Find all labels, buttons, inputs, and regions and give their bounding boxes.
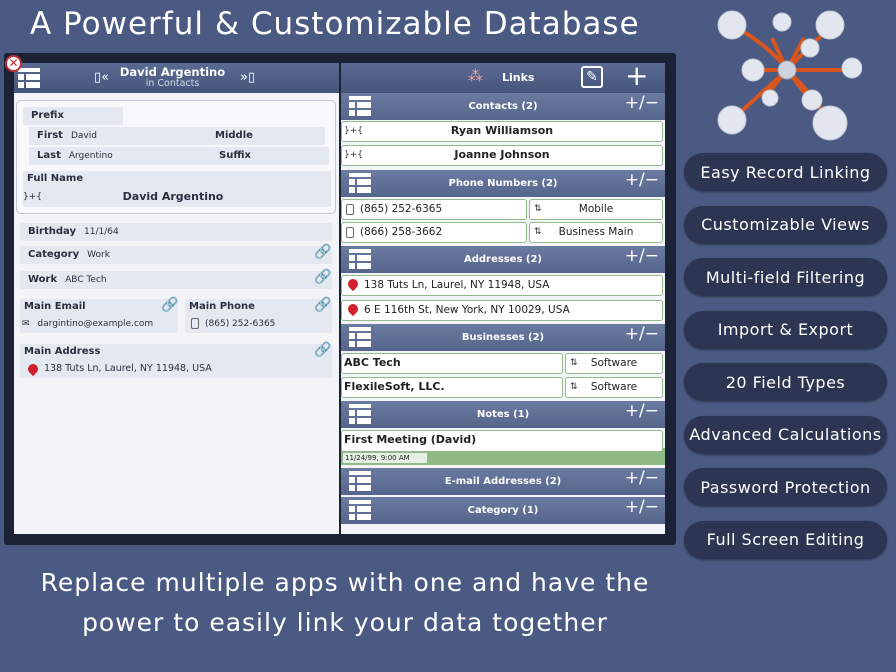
add-remove-icon[interactable]: +/− [625,468,659,488]
note-row[interactable]: First Meeting (David) [341,430,663,452]
links-pane: ⁂ Links ✎ + Contacts (2) +/− }+{Ryan Wil… [341,63,665,534]
note-date: 11/24/99, 9:00 AM [342,452,428,464]
view-grid-icon [349,96,371,116]
feature-pill: Full Screen Editing [684,520,887,559]
record-subtitle: in Contacts [145,78,200,89]
feature-pill: Password Protection [684,468,887,506]
phone-icon [346,226,354,238]
app-logo [717,10,862,141]
link-icon[interactable]: 🔗 [314,244,331,260]
links-title: Links [502,71,535,84]
add-remove-icon[interactable]: +/− [625,246,659,266]
add-link-button[interactable]: + [625,63,648,91]
feature-pill: 20 Field Types [684,363,887,401]
edit-icon[interactable]: ✎ [581,66,603,88]
link-icon[interactable]: 🔗 [314,342,331,358]
view-grid-icon[interactable] [18,68,40,88]
view-grid-icon [349,249,371,269]
phone-type-cell[interactable]: ⇅ Mobile [529,199,663,220]
first-name-field[interactable]: First David [29,127,209,145]
tagline: Replace multiple apps with one and have … [40,568,650,637]
phones-section[interactable]: Phone Numbers (2) +/− [341,170,665,197]
view-grid-icon [349,471,371,491]
link-icon[interactable]: 🔗 [314,297,331,313]
phone-type-cell[interactable]: ⇅ Business Main [529,222,663,243]
links-icon: ⁂ [468,67,483,85]
record-pane: ▯« David Argentino in Contacts »▯ Prefix… [14,63,339,534]
add-remove-icon[interactable]: +/− [625,170,659,190]
last-name-field[interactable]: Last Argentino [29,147,211,165]
address-row[interactable]: 138 Tuts Ln, Laurel, NY 11948, USA [341,275,663,296]
view-grid-icon [349,173,371,193]
next-record-icon[interactable]: »▯ [240,70,255,85]
add-remove-icon[interactable]: +/− [625,324,659,344]
suffix-field[interactable]: Suffix [211,147,329,165]
phone-row[interactable]: (866) 258-3662 [341,222,527,243]
record-title: David Argentino [119,65,226,79]
business-row[interactable]: FlexileSoft, LLC. [341,377,563,398]
view-grid-icon [349,327,371,347]
record-header: ▯« David Argentino in Contacts »▯ [14,63,339,93]
link-icon[interactable]: 🔗 [314,269,331,285]
business-type-cell[interactable]: ⇅ Software [565,377,663,398]
main-email-field[interactable]: Main Email ✉ dargintino@example.com [20,299,178,333]
mail-icon: ✉ [22,319,30,329]
phone-icon [346,203,354,215]
contact-row[interactable]: }+{Joanne Johnson [341,145,663,166]
business-row[interactable]: ABC Tech [341,353,563,374]
feature-list: Easy Record Linking Customizable Views M… [684,153,887,573]
feature-pill: Multi-field Filtering [684,258,887,296]
feature-pill: Easy Record Linking [684,153,887,191]
business-type-cell[interactable]: ⇅ Software [565,353,663,374]
notes-section[interactable]: Notes (1) +/− [341,401,665,428]
birthday-field[interactable]: Birthday 11/1/64 [20,223,332,241]
category-field[interactable]: Category Work [20,246,332,264]
map-pin-icon [348,304,358,316]
view-grid-icon [349,404,371,424]
link-icon[interactable]: 🔗 [161,297,178,313]
add-remove-icon[interactable]: +/− [625,497,659,517]
feature-pill: Customizable Views [684,205,887,244]
main-phone-field[interactable]: Main Phone (865) 252-6365 [185,299,332,333]
contact-row[interactable]: }+{Ryan Williamson [341,121,663,142]
category-section[interactable]: Category (1) +/− [341,497,665,524]
map-pin-icon [28,364,38,376]
main-address-field[interactable]: Main Address 138 Tuts Ln, Laurel, NY 119… [20,344,332,378]
previous-record-icon[interactable]: ▯« [94,70,109,85]
phone-row[interactable]: (865) 252-6365 [341,199,527,220]
middle-name-field[interactable]: Middle [207,127,325,145]
full-name-field[interactable]: Full Name }+{ David Argentino [23,171,331,207]
addresses-section[interactable]: Addresses (2) +/− [341,246,665,273]
address-row[interactable]: 6 E 116th St, New York, NY 10029, USA [341,300,663,321]
feature-pill: Advanced Calculations [684,415,887,454]
headline: A Powerful & Customizable Database [30,6,640,42]
add-remove-icon[interactable]: +/− [625,93,659,113]
name-group: Prefix First David Middle Last Argentino S… [16,100,336,214]
close-icon[interactable]: ✕ [5,55,22,72]
email-section[interactable]: E-mail Addresses (2) +/− [341,468,665,495]
links-header: ⁂ Links ✎ + [341,63,665,93]
map-pin-icon [348,279,358,291]
view-grid-icon [349,500,371,520]
prefix-field[interactable]: Prefix [23,107,123,125]
businesses-section[interactable]: Businesses (2) +/− [341,324,665,351]
work-field[interactable]: Work ABC Tech [20,271,332,289]
contacts-section[interactable]: Contacts (2) +/− [341,93,665,120]
phone-icon [191,318,199,329]
feature-pill: Import & Export [684,310,887,349]
add-remove-icon[interactable]: +/− [625,401,659,421]
